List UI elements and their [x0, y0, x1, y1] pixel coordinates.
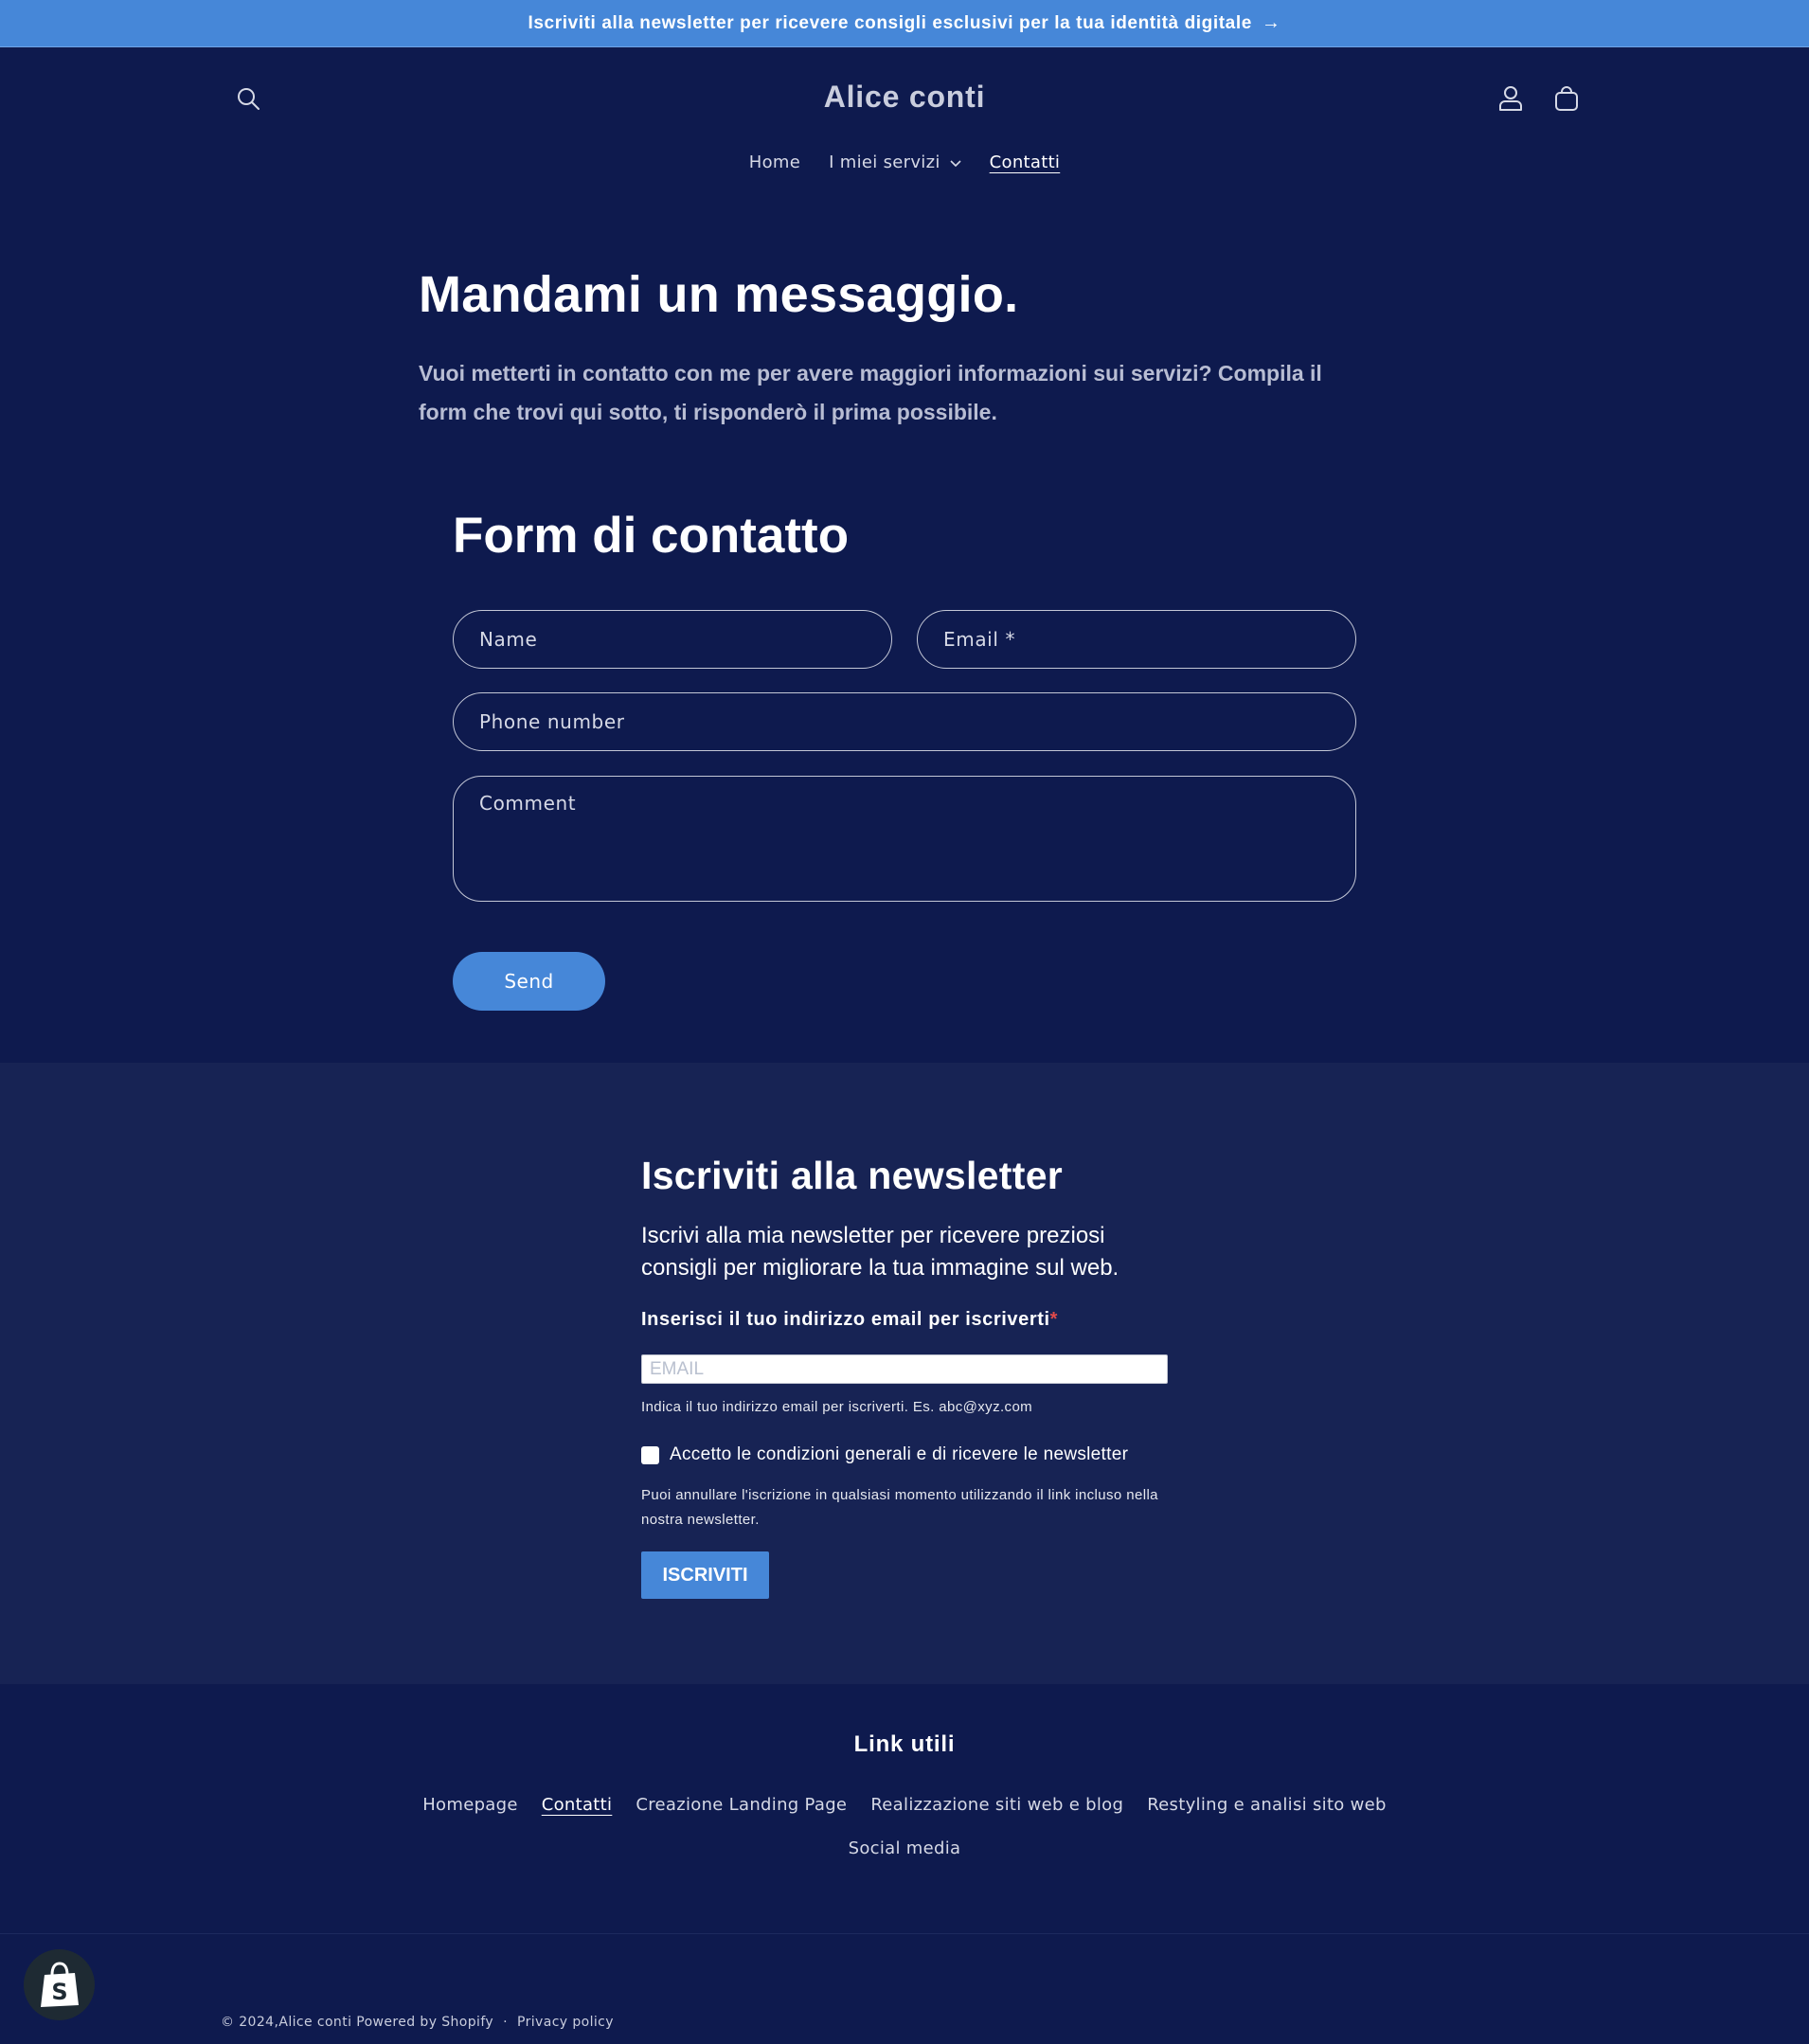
subscribe-button[interactable]: ISCRIVITI: [641, 1551, 769, 1599]
privacy-policy-link[interactable]: Privacy policy: [517, 2015, 614, 2030]
comment-placeholder: Comment: [479, 792, 577, 815]
site-header: Alice conti Home I miei servizi Contatti: [0, 47, 1809, 199]
footer-link-contatti[interactable]: Contatti: [542, 1793, 613, 1818]
announcement-bar[interactable]: Iscriviti alla newsletter per ricevere c…: [0, 0, 1809, 47]
comment-field[interactable]: Comment: [453, 776, 1356, 902]
consent-checkbox[interactable]: [641, 1446, 659, 1464]
svg-text:S: S: [51, 1979, 67, 2005]
consent-label[interactable]: Accetto le condizioni generali e di rice…: [670, 1444, 1128, 1465]
footer-link-restyling[interactable]: Restyling e analisi sito web: [1147, 1793, 1387, 1818]
nav-item-home[interactable]: Home: [749, 152, 800, 172]
footer-link-landing-page[interactable]: Creazione Landing Page: [636, 1793, 847, 1818]
announcement-text: Iscriviti alla newsletter per ricevere c…: [528, 12, 1252, 33]
main-nav: Home I miei servizi Contatti: [0, 152, 1809, 172]
newsletter-description: Iscrivi alla mia newsletter per ricevere…: [641, 1223, 1119, 1281]
footer-divider: [0, 1933, 1809, 1934]
footer-link-homepage[interactable]: Homepage: [422, 1793, 518, 1818]
phone-placeholder: Phone number: [479, 710, 625, 733]
footer-link-social-media[interactable]: Social media: [849, 1837, 961, 1861]
copyright: © 2024, Alice conti Powered by Shopify ·…: [221, 2015, 614, 2030]
email-field[interactable]: Email *: [917, 610, 1356, 669]
separator-dot: ·: [503, 2015, 508, 2030]
name-placeholder: Name: [479, 628, 538, 651]
page-intro: Vuoi metterti in contatto con me per ave…: [419, 361, 1322, 424]
account-icon[interactable]: [1492, 80, 1530, 117]
newsletter-note: Puoi annullare l'iscrizione in qualsiasi…: [641, 1487, 1158, 1528]
send-button[interactable]: Send: [453, 952, 605, 1011]
required-mark: *: [1049, 1309, 1059, 1330]
page-title: Mandami un messaggio.: [419, 266, 1019, 323]
newsletter-section: Iscriviti alla newsletter Iscrivi alla m…: [0, 1063, 1809, 1684]
nav-label: I miei servizi: [829, 152, 940, 172]
nav-label: Contatti: [989, 152, 1061, 172]
email-placeholder: Email *: [943, 628, 1016, 651]
chevron-down-icon: [950, 152, 961, 172]
email-label-text: Inserisci il tuo indirizzo email per isc…: [641, 1309, 1050, 1330]
email-input-placeholder: EMAIL: [650, 1358, 705, 1379]
powered-by-link[interactable]: Powered by Shopify: [356, 2015, 493, 2030]
copyright-brand-link[interactable]: Alice conti: [278, 2015, 351, 2030]
name-field[interactable]: Name: [453, 610, 892, 669]
newsletter-email-input[interactable]: EMAIL: [641, 1354, 1168, 1384]
newsletter-hint: Indica il tuo indirizzo email per iscriv…: [641, 1399, 1033, 1415]
newsletter-email-label: Inserisci il tuo indirizzo email per isc…: [641, 1309, 1058, 1331]
phone-field[interactable]: Phone number: [453, 692, 1356, 751]
nav-label: Home: [748, 152, 801, 172]
footer-link-siti-web[interactable]: Realizzazione siti web e blog: [870, 1793, 1123, 1818]
arrow-right-icon: →: [1261, 12, 1281, 33]
footer-title: Link utili: [853, 1731, 956, 1757]
form-title: Form di contatto: [453, 508, 850, 564]
site-logo[interactable]: Alice conti: [0, 80, 1809, 115]
nav-item-services[interactable]: I miei servizi: [829, 152, 961, 172]
nav-item-contatti[interactable]: Contatti: [990, 152, 1061, 172]
copyright-prefix: © 2024,: [221, 2015, 279, 2030]
newsletter-title: Iscriviti alla newsletter: [641, 1154, 1064, 1197]
cart-icon[interactable]: [1548, 80, 1585, 117]
footer-links: Homepage Contatti Creazione Landing Page…: [398, 1793, 1411, 1861]
shopify-bag-icon[interactable]: S: [24, 1949, 95, 2020]
